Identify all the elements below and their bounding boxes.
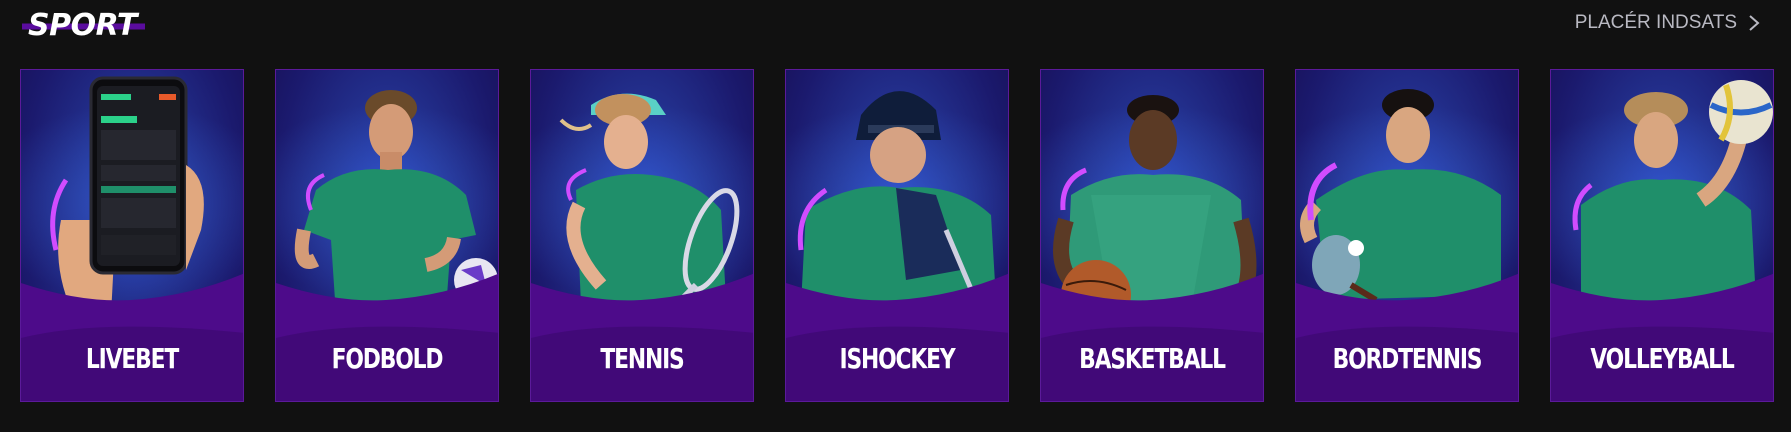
place-bet-label: PLACÉR INDSATS: [1574, 12, 1737, 33]
card-label: BORDTENNIS: [1332, 342, 1483, 375]
card-label: LIVEBET: [85, 342, 179, 375]
card-fodbold[interactable]: FODBOLD: [275, 69, 499, 402]
card-basketball[interactable]: BASKETBALL: [1040, 69, 1264, 402]
card-label: BASKETBALL: [1079, 342, 1226, 375]
card-label: TENNIS: [600, 342, 684, 375]
card-label: FODBOLD: [331, 342, 444, 375]
card-label: ISHOCKEY: [839, 342, 955, 375]
card-volleyball[interactable]: VOLLEYBALL: [1550, 69, 1774, 402]
section-header: SPORT PLACÉR INDSATS: [0, 0, 1791, 56]
card-label: VOLLEYBALL: [1590, 342, 1735, 375]
card-livebet[interactable]: LIVEBET: [20, 69, 244, 402]
card-bordtennis[interactable]: BORDTENNIS: [1295, 69, 1519, 402]
place-bet-link[interactable]: PLACÉR INDSATS: [1575, 12, 1761, 34]
section-title: SPORT: [22, 8, 145, 43]
card-tennis[interactable]: TENNIS: [530, 69, 754, 402]
card-ishockey[interactable]: ISHOCKEY: [785, 69, 1009, 402]
chevron-right-icon: [1749, 15, 1760, 31]
sport-cards: LIVEBET FODBOLD TENNIS ISHOCKEY BASKETBA…: [20, 69, 1774, 402]
